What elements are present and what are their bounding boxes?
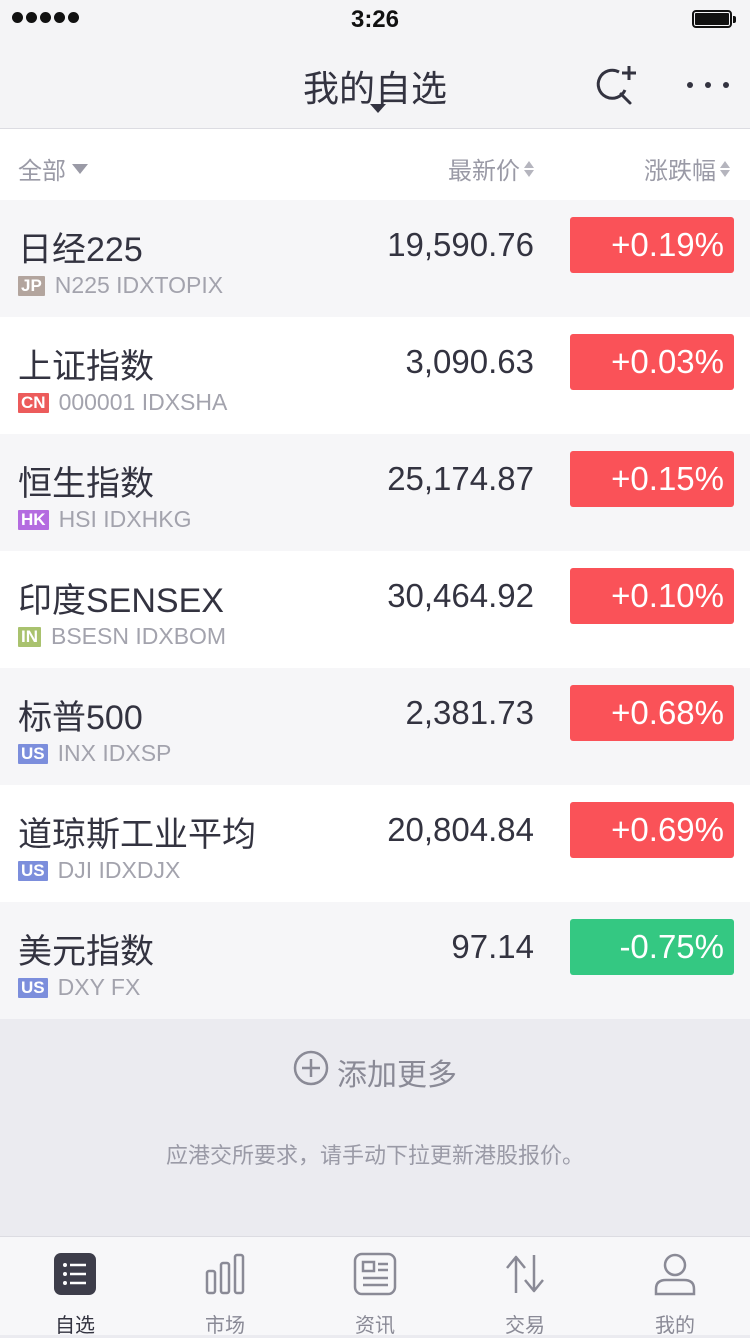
last-price: 2,381.73 <box>405 694 534 731</box>
last-price: 19,590.76 <box>387 226 534 263</box>
change-header-label: 涨跌幅 <box>644 158 716 185</box>
index-code: DJI IDXDJX <box>57 857 181 883</box>
refresh-icon[interactable] <box>592 62 638 108</box>
market-badge: IN <box>18 626 41 647</box>
change-badge[interactable]: +0.15% <box>570 451 734 507</box>
index-code: 000001 IDXSHA <box>58 389 228 415</box>
market-badge: US <box>18 977 48 998</box>
add-more-label: 添加更多 <box>337 1059 457 1092</box>
index-code: HSI IDXHKG <box>58 506 192 532</box>
last-price: 20,804.84 <box>387 811 534 848</box>
tab-news[interactable]: 资讯 <box>300 1237 450 1337</box>
trade-arrows-icon <box>502 1251 548 1297</box>
chevron-down-icon <box>72 163 88 174</box>
index-code: INX IDXSP <box>57 740 172 766</box>
bar-chart-icon <box>202 1251 248 1297</box>
index-code: DXY FX <box>57 974 141 1000</box>
watchlist-row[interactable]: 上证指数 CN 000001 IDXSHA 3,090.63 +0.03% <box>0 317 750 434</box>
index-name: 上证指数 <box>18 348 154 386</box>
index-name: 标普500 <box>18 699 143 737</box>
change-badge[interactable]: -0.75% <box>570 919 734 975</box>
person-icon <box>652 1251 698 1297</box>
sort-change-button[interactable]: 涨跌幅 <box>644 151 730 186</box>
market-badge: JP <box>18 275 45 296</box>
filter-all-button[interactable]: 全部 <box>18 151 88 186</box>
last-price: 3,090.63 <box>405 343 534 380</box>
change-badge[interactable]: +0.69% <box>570 802 734 858</box>
more-icon[interactable] <box>684 62 732 108</box>
index-name: 恒生指数 <box>18 465 154 503</box>
index-code: BSESN IDXBOM <box>51 623 227 649</box>
sort-icon <box>720 160 730 177</box>
market-badge: HK <box>18 509 49 530</box>
filter-all-label: 全部 <box>18 158 66 185</box>
tab-me[interactable]: 我的 <box>600 1237 750 1337</box>
tab-market[interactable]: 市场 <box>150 1237 300 1337</box>
status-bar: 3:26 <box>0 0 750 40</box>
sort-icon <box>524 160 534 177</box>
index-name: 道琼斯工业平均 <box>18 816 256 854</box>
index-name: 印度SENSEX <box>18 582 224 620</box>
hkex-notice: 应港交所要求，请手动下拉更新港股报价。 <box>165 1143 584 1168</box>
index-name: 美元指数 <box>18 933 154 971</box>
watchlist-row[interactable]: 道琼斯工业平均 US DJI IDXDJX 20,804.84 +0.69% <box>0 785 750 902</box>
watchlist-row[interactable]: 日经225 JP N225 IDXTOPIX 19,590.76 +0.19% <box>0 200 750 317</box>
tab-watchlist[interactable]: 自选 <box>0 1237 150 1337</box>
watchlist-icon <box>52 1251 98 1297</box>
nav-bar: 我的自选 <box>0 40 750 129</box>
sort-price-button[interactable]: 最新价 <box>448 151 534 186</box>
list-header: 全部 最新价 涨跌幅 <box>0 129 750 200</box>
index-name: 日经225 <box>18 231 143 269</box>
last-price: 25,174.87 <box>387 460 534 497</box>
add-circle-icon <box>293 1050 329 1094</box>
tab-trade[interactable]: 交易 <box>450 1237 600 1337</box>
add-more-button[interactable]: 添加更多 <box>0 1040 750 1104</box>
watchlist-row[interactable]: 美元指数 US DXY FX 97.14 -0.75% <box>0 902 750 1019</box>
battery-icon <box>692 10 736 28</box>
change-badge[interactable]: +0.68% <box>570 685 734 741</box>
tab-bar: 自选 市场 资讯 交易 我的 <box>0 1236 750 1337</box>
watchlist-row[interactable]: 恒生指数 HK HSI IDXHKG 25,174.87 +0.15% <box>0 434 750 551</box>
watchlist-row[interactable]: 印度SENSEX IN BSESN IDXBOM 30,464.92 +0.10% <box>0 551 750 668</box>
market-badge: CN <box>18 392 49 413</box>
change-badge[interactable]: +0.03% <box>570 334 734 390</box>
market-badge: US <box>18 743 48 764</box>
market-badge: US <box>18 860 48 881</box>
watchlist-row[interactable]: 标普500 US INX IDXSP 2,381.73 +0.68% <box>0 668 750 785</box>
last-price: 30,464.92 <box>387 577 534 614</box>
status-time: 3:26 <box>350 6 400 33</box>
watchlist: 日经225 JP N225 IDXTOPIX 19,590.76 +0.19% 上… <box>0 200 750 1019</box>
last-price: 97.14 <box>451 928 534 965</box>
title-dropdown-caret-icon[interactable] <box>370 104 386 113</box>
change-badge[interactable]: +0.10% <box>570 568 734 624</box>
index-code: N225 IDXTOPIX <box>54 272 224 298</box>
news-icon <box>352 1251 398 1297</box>
change-badge[interactable]: +0.19% <box>570 217 734 273</box>
price-header-label: 最新价 <box>448 158 520 185</box>
